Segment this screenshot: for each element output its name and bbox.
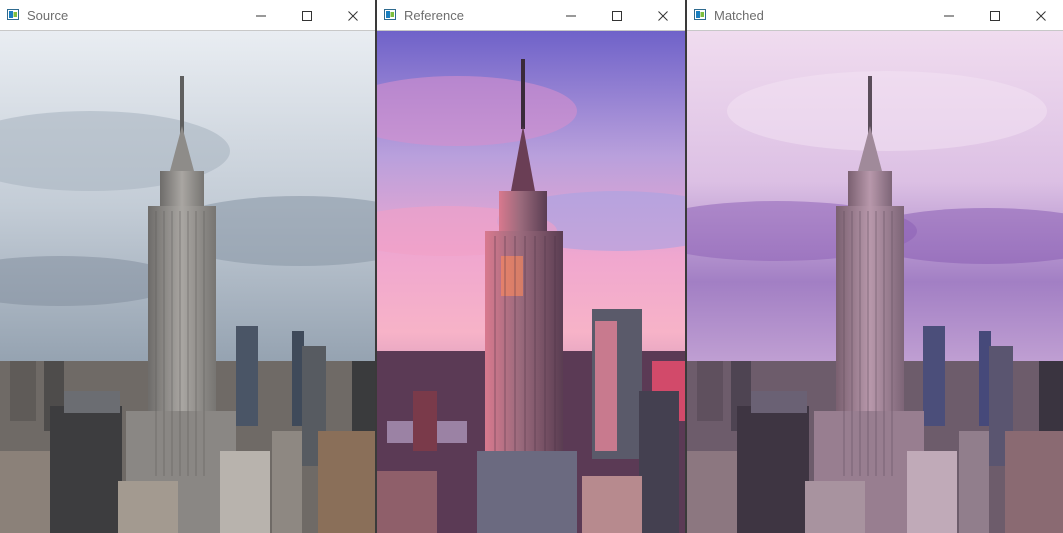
source-photo <box>0 31 376 533</box>
window-title: Matched <box>714 8 764 23</box>
matched-photo <box>687 31 1063 533</box>
close-icon <box>348 11 358 21</box>
minimize-icon <box>566 15 576 17</box>
minimize-icon <box>256 15 266 17</box>
matched-image <box>687 31 1063 533</box>
window-title: Reference <box>404 8 464 23</box>
maximize-icon <box>990 11 1000 21</box>
source-titlebar[interactable]: Source <box>0 0 376 31</box>
close-button[interactable] <box>340 4 366 26</box>
reference-titlebar[interactable]: Reference <box>377 0 686 31</box>
reference-photo <box>377 31 686 533</box>
maximize-button[interactable] <box>604 4 630 26</box>
minimize-button[interactable] <box>936 4 962 26</box>
matched-titlebar[interactable]: Matched <box>687 0 1063 31</box>
close-button[interactable] <box>1028 4 1054 26</box>
close-button[interactable] <box>650 4 676 26</box>
reference-window: Reference <box>377 0 686 533</box>
close-icon <box>658 11 668 21</box>
matched-window: Matched <box>687 0 1063 533</box>
app-window-icon <box>7 9 19 20</box>
maximize-icon <box>612 11 622 21</box>
source-window: Source <box>0 0 376 533</box>
window-title: Source <box>27 8 69 23</box>
reference-image <box>377 31 686 533</box>
maximize-button[interactable] <box>982 4 1008 26</box>
close-icon <box>1036 11 1046 21</box>
minimize-button[interactable] <box>248 4 274 26</box>
minimize-icon <box>944 15 954 17</box>
source-image <box>0 31 376 533</box>
maximize-icon <box>302 11 312 21</box>
app-window-icon <box>694 9 706 20</box>
maximize-button[interactable] <box>294 4 320 26</box>
minimize-button[interactable] <box>558 4 584 26</box>
app-window-icon <box>384 9 396 20</box>
